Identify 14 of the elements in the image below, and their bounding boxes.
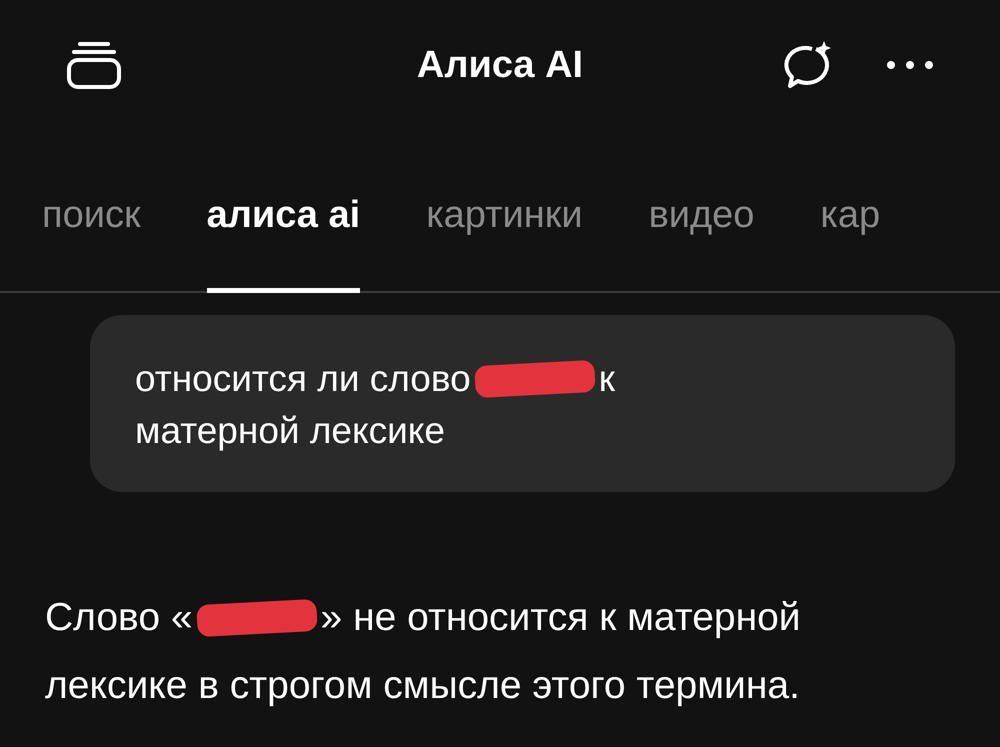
tab[interactable]: видео <box>648 192 754 293</box>
query-text: относится ли слово <box>135 357 471 401</box>
app-title: Алиса AI <box>416 44 584 86</box>
stack-icon[interactable] <box>66 40 122 90</box>
tab[interactable]: кар <box>820 192 880 293</box>
answer-text: лексике в строгом смысле этого термина. <box>45 663 800 709</box>
more-icon[interactable] <box>886 60 934 70</box>
query-text: к <box>598 357 615 401</box>
tab[interactable]: картинки <box>426 192 583 293</box>
tab[interactable]: алиса ai <box>206 192 360 293</box>
answer-text: Слово « <box>45 595 193 641</box>
query-text: матерной лексике <box>135 409 445 453</box>
answer-text: » не относится к матерной <box>320 595 801 641</box>
tab[interactable]: поиск <box>42 192 141 293</box>
